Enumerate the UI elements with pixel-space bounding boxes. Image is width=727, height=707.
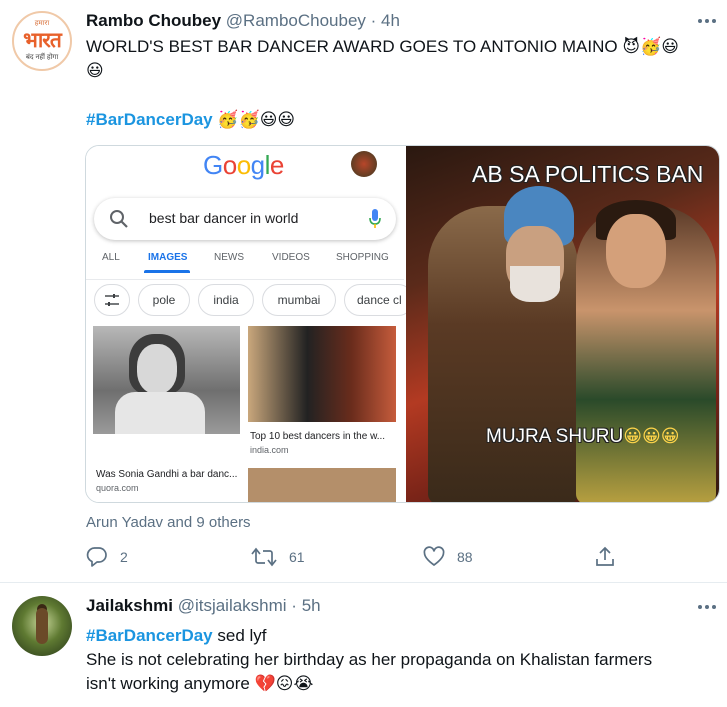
tweet-header: Rambo Choubey @RamboChoubey · 4h xyxy=(86,11,400,30)
result-caption-1: Was Sonia Gandhi a bar danc... xyxy=(96,469,238,480)
google-search-box: best bar dancer in world xyxy=(94,198,396,240)
chip-mumbai: mumbai xyxy=(262,284,336,316)
filter-icon xyxy=(94,284,130,316)
microphone-icon xyxy=(369,209,381,228)
hashtag-link[interactable]: #BarDancerDay xyxy=(86,110,213,129)
result-source-2: india.com xyxy=(250,445,289,455)
tweet-hashtag-line: #BarDancerDay 🥳🥳😃😃 xyxy=(86,108,295,132)
result-image-2 xyxy=(248,326,396,422)
tweet-text-line: WORLD'S BEST BAR DANCER AWARD GOES TO AN… xyxy=(86,37,618,56)
search-query: best bar dancer in world xyxy=(149,210,299,226)
google-tabs: ALL IMAGES NEWS VIDEOS SHOPPING xyxy=(86,244,404,274)
timestamp[interactable]: 5h xyxy=(302,596,321,615)
retweet-button[interactable]: 61 xyxy=(251,546,305,568)
avatar[interactable]: हमारा भारत बंद नहीं होगा xyxy=(12,11,72,71)
share-button[interactable] xyxy=(594,546,616,568)
chip-pole: pole xyxy=(138,284,190,316)
tab-videos: VIDEOS xyxy=(272,252,310,263)
handle[interactable]: @itsjailakshmi xyxy=(178,596,287,615)
reply-icon xyxy=(86,547,107,567)
tweet-header: Jailakshmi @itsjailakshmi · 5h xyxy=(86,596,321,615)
tweet-actions: 2 61 88 xyxy=(86,546,626,572)
more-options-icon[interactable] xyxy=(697,594,717,615)
emoji-group: 😃 xyxy=(86,61,104,81)
tweet-text-line: isn't working anymore xyxy=(86,674,250,693)
meme-image[interactable]: AB SA POLITICS BAN MUJRA SHURU😀😀😀 xyxy=(406,146,719,502)
tab-all: ALL xyxy=(102,252,120,263)
search-icon xyxy=(110,210,128,228)
avatar[interactable] xyxy=(12,596,72,656)
like-button[interactable]: 88 xyxy=(423,546,473,568)
google-account-avatar xyxy=(351,151,377,177)
like-count: 88 xyxy=(457,549,473,565)
liked-by-text[interactable]: Arun Yadav and 9 others xyxy=(86,514,251,531)
emoji-group: 🥳🥳😃😃 xyxy=(217,110,296,130)
result-image-1 xyxy=(93,326,240,434)
emoji-group: 💔😖😭 xyxy=(254,674,314,694)
meme-bottom-text: MUJRA SHURU😀😀😀 xyxy=(486,426,680,447)
active-tab-indicator xyxy=(144,270,190,273)
tab-news: NEWS xyxy=(214,252,244,263)
tweet-media[interactable]: Google best bar dancer in world ALL IMAG… xyxy=(85,145,720,503)
emoji-group: 😀😀😀 xyxy=(623,426,680,447)
tweet-text: WORLD'S BEST BAR DANCER AWARD GOES TO AN… xyxy=(86,35,679,83)
google-logo: Google xyxy=(203,150,284,180)
result-image-3 xyxy=(248,468,396,502)
handle[interactable]: @RamboChoubey xyxy=(226,11,366,30)
reply-count: 2 xyxy=(120,549,128,565)
tab-shopping: SHOPPING xyxy=(336,252,389,263)
google-filter-chips: pole india mumbai dance cl xyxy=(86,279,414,317)
tweet-text-line: She is not celebrating her birthday as h… xyxy=(86,650,653,669)
heart-icon xyxy=(423,546,445,566)
retweet-count: 61 xyxy=(289,549,305,565)
timestamp[interactable]: 4h xyxy=(381,11,400,30)
retweet-icon xyxy=(251,547,277,567)
avatar-sub-text: बंद नहीं होगा xyxy=(25,54,59,61)
result-caption-2: Top 10 best dancers in the w... xyxy=(250,431,386,442)
display-name[interactable]: Rambo Choubey xyxy=(86,11,221,30)
avatar-main-text: भारत xyxy=(23,27,62,52)
tweet-rambo-choubey[interactable]: हमारा भारत बंद नहीं होगा Rambo Choubey @… xyxy=(0,0,727,583)
result-source-1: quora.com xyxy=(96,483,139,493)
tab-images: IMAGES xyxy=(148,252,188,263)
chip-dance: dance cl xyxy=(344,284,414,316)
tweet-text-line: sed lyf xyxy=(212,626,267,645)
tweet-text: #BarDancerDay sed lyf She is not celebra… xyxy=(86,624,652,696)
meme-top-text: AB SA POLITICS BAN xyxy=(472,161,704,187)
chip-india: india xyxy=(198,284,254,316)
tweet-jailakshmi[interactable]: Jailakshmi @itsjailakshmi · 5h #BarDance… xyxy=(0,584,727,707)
google-screenshot-image[interactable]: Google best bar dancer in world ALL IMAG… xyxy=(86,146,414,502)
hashtag-link[interactable]: #BarDancerDay xyxy=(86,626,213,645)
share-icon xyxy=(596,546,614,566)
reply-button[interactable]: 2 xyxy=(86,546,128,568)
emoji-group: 😈🥳😃 xyxy=(622,37,679,57)
display-name[interactable]: Jailakshmi xyxy=(86,596,173,615)
more-options-icon[interactable] xyxy=(697,8,717,29)
